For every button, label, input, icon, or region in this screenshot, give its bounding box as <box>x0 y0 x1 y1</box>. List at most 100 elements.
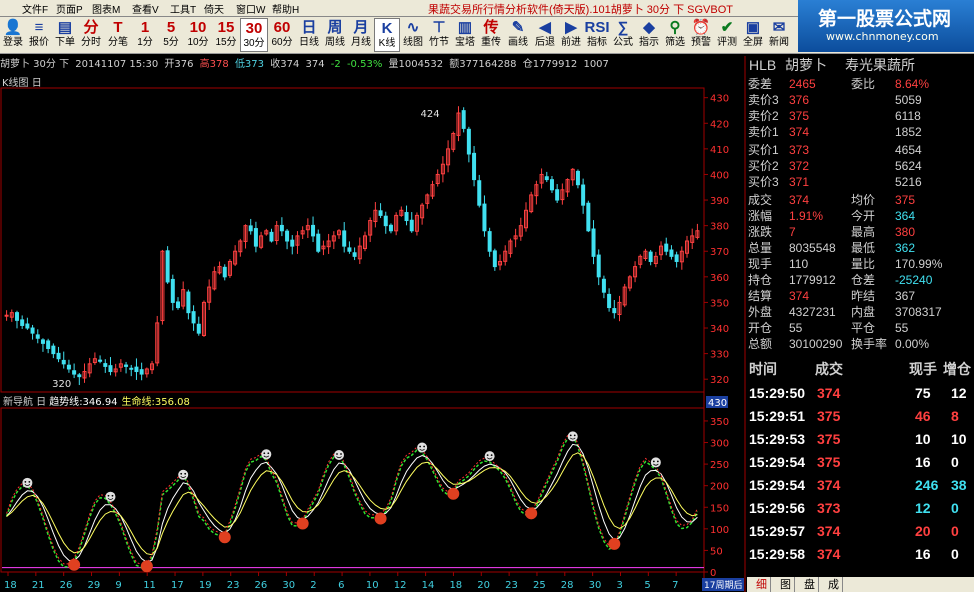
candle-body <box>56 352 61 360</box>
buy-signal-dot <box>140 560 153 573</box>
trade-price: 375 <box>817 408 841 424</box>
kline-ytick-label: 380 <box>710 222 729 233</box>
xtick-label: 14 <box>422 580 435 591</box>
trade-price: 375 <box>817 431 841 447</box>
row-label: 仓差 <box>851 273 876 287</box>
row-label: 昨结 <box>851 289 876 303</box>
candle-body <box>409 219 414 232</box>
candle-body <box>664 243 669 252</box>
trade-row: 15:29:57 374 20 0 <box>747 520 974 542</box>
face-eye <box>28 480 31 483</box>
candle-body <box>601 278 606 293</box>
brand-logo: 第一股票公式网 www.chnmoney.com <box>798 0 974 52</box>
kline-ytick-label: 390 <box>710 196 729 207</box>
row-label: 结算 <box>748 289 773 303</box>
face-circle <box>261 449 272 460</box>
candle-body <box>253 228 258 247</box>
face-circle <box>567 431 578 442</box>
indicator-series-value: :356.08 <box>152 397 190 408</box>
face-eye <box>336 453 338 455</box>
panel-tab-0[interactable]: 细 <box>753 577 771 592</box>
row-value: 1.91% <box>789 209 824 223</box>
trade-price: 374 <box>817 477 841 493</box>
row-value: 1852 <box>895 125 922 139</box>
face-eye <box>652 460 655 463</box>
xtick-label: 23 <box>227 580 240 591</box>
trade-time: 15:29:53 <box>749 431 806 447</box>
candle-body <box>544 176 549 181</box>
face-eye <box>180 472 183 475</box>
row-value: 0.00% <box>895 337 930 351</box>
candle-body <box>674 254 679 262</box>
trade-oi: 38 <box>951 477 967 493</box>
row-label: 总额 <box>748 337 773 351</box>
candle-body <box>648 251 653 262</box>
panel-tab-1[interactable]: 图 <box>777 577 795 592</box>
row-value: 3708317 <box>895 305 942 319</box>
xtick-label: 21 <box>32 580 45 591</box>
candle-body <box>591 228 596 257</box>
candle-body <box>98 359 103 362</box>
candle-body <box>477 180 482 206</box>
face-circle <box>334 449 345 460</box>
row-value: 373 <box>789 143 810 157</box>
period-footer: 17周期后 <box>704 580 742 591</box>
indicator-series-name: 生命线 <box>122 395 152 408</box>
sell-signal-face-icon <box>567 431 578 442</box>
trades-header: 时间 成交 现手 增仓 <box>747 358 974 380</box>
row-value: 376 <box>789 93 810 107</box>
trade-price: 373 <box>817 500 841 516</box>
trade-vol: 246 <box>915 477 939 493</box>
row-value: 110 <box>789 257 809 271</box>
row-value: 374 <box>789 125 810 139</box>
bid-row: 买价3 371 5216 <box>747 174 974 190</box>
sell-signal-face-icon <box>334 449 345 460</box>
quote-name: 胡萝卜 <box>785 57 827 73</box>
row-value: 30100290 <box>789 337 843 351</box>
candle-body <box>669 249 674 257</box>
candle-body <box>612 308 617 314</box>
toolbar-news-button[interactable]: ✉ 新闻 <box>766 18 792 52</box>
candle-body <box>66 364 71 370</box>
trade-row: 15:29:56 373 12 0 <box>747 497 974 519</box>
trades-header-oi: 增仓 <box>943 361 971 377</box>
kline-ytick-label: 430 <box>710 94 729 105</box>
row-label: 成交 <box>748 193 773 207</box>
face-eye <box>486 454 489 457</box>
indicator-ytick-label: 0 <box>710 568 716 579</box>
candle-body <box>404 212 409 222</box>
row-label: 总量 <box>748 241 773 255</box>
candle-body <box>383 215 388 227</box>
panel-tab-2[interactable]: 盘 <box>801 577 819 592</box>
trades-header-vol: 现手 <box>909 361 937 377</box>
row-value: 6118 <box>895 109 921 123</box>
trade-oi: 8 <box>951 408 959 424</box>
candle-body <box>378 210 383 216</box>
chart-area[interactable]: 3203303403503603703803904004104204304243… <box>0 0 746 592</box>
xtick-label: 18 <box>4 580 17 591</box>
row-value: 375 <box>789 109 810 123</box>
panel-tab-3[interactable]: 成 <box>825 577 843 592</box>
row-value: 1779912 <box>789 273 836 287</box>
face-eye <box>340 453 342 455</box>
trade-row: 15:29:53 375 10 10 <box>747 428 974 450</box>
xtick-label: 10 <box>366 580 379 591</box>
candle-body <box>347 247 352 252</box>
xtick-label: 19 <box>199 580 212 591</box>
row-value: 374 <box>789 193 810 207</box>
ask-row: 卖价3 376 5059 <box>747 92 974 108</box>
candle-body <box>129 367 134 370</box>
face-circle <box>22 477 33 488</box>
indicator-series-value: :346.94 <box>79 397 117 408</box>
row-label: 今开 <box>851 209 876 223</box>
candle-body <box>108 365 113 373</box>
candle-body <box>248 225 253 232</box>
weibi-row: 委差 2465 委比 8.64% <box>747 76 974 92</box>
row-label: 持仓 <box>748 273 773 287</box>
trade-vol: 16 <box>915 546 931 562</box>
trade-time: 15:29:54 <box>749 477 806 493</box>
row-label: 外盘 <box>748 305 773 319</box>
xtick-label: 30 <box>282 580 295 591</box>
stat-row: 成交 374 均价 375 <box>747 192 974 208</box>
xtick-label: 9 <box>115 580 121 591</box>
